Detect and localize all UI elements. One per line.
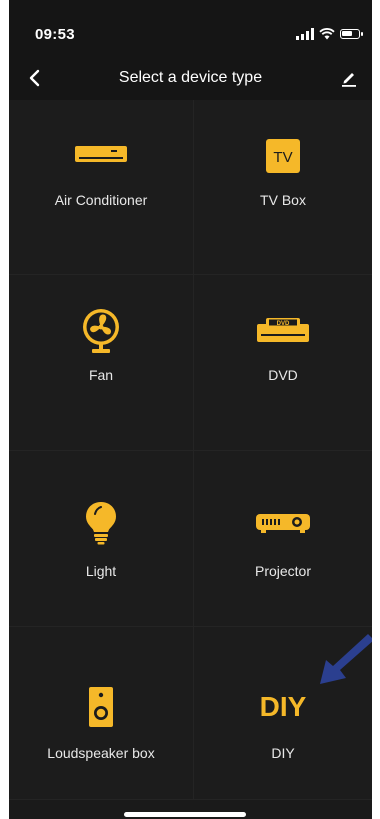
loudspeaker-icon bbox=[89, 687, 113, 727]
device-projector[interactable]: Projector bbox=[194, 451, 372, 627]
device-grid: Air Conditioner TV TV Box Fan DVD DVD Li… bbox=[9, 100, 372, 800]
device-air-conditioner[interactable]: Air Conditioner bbox=[9, 100, 194, 275]
light-bulb-icon bbox=[86, 502, 116, 545]
status-time: 09:53 bbox=[35, 26, 75, 43]
tv-box-icon: TV bbox=[266, 139, 300, 173]
device-dvd[interactable]: DVD DVD bbox=[194, 275, 372, 451]
edit-button[interactable] bbox=[338, 67, 360, 89]
nav-bar: Select a device type bbox=[9, 58, 372, 100]
dvd-icon: DVD bbox=[257, 318, 309, 342]
device-label: TV Box bbox=[260, 192, 306, 208]
projector-icon bbox=[256, 514, 310, 533]
tv-box-icon-text: TV bbox=[273, 149, 292, 166]
battery-icon bbox=[340, 29, 363, 39]
device-loudspeaker-box[interactable]: Loudspeaker box bbox=[9, 627, 194, 800]
signal-icon bbox=[296, 28, 314, 40]
fan-icon bbox=[83, 309, 119, 353]
wifi-icon bbox=[319, 28, 335, 40]
device-label: Loudspeaker box bbox=[47, 745, 155, 761]
annotation-arrow-icon bbox=[320, 634, 372, 684]
dvd-icon-text: DVD bbox=[277, 321, 290, 327]
device-light[interactable]: Light bbox=[9, 451, 194, 627]
device-label: Air Conditioner bbox=[54, 192, 148, 208]
pencil-icon bbox=[342, 73, 356, 87]
device-label: Fan bbox=[88, 367, 114, 383]
status-icons bbox=[296, 26, 363, 42]
status-bar: 09:53 bbox=[9, 0, 372, 58]
device-tv-box[interactable]: TV TV Box bbox=[194, 100, 372, 275]
air-conditioner-icon bbox=[75, 146, 127, 162]
page-title: Select a device type bbox=[118, 69, 263, 86]
device-label: Projector bbox=[254, 563, 312, 579]
device-label: DIY bbox=[271, 745, 295, 761]
diy-icon: DIY bbox=[259, 691, 307, 722]
device-label: Light bbox=[85, 563, 117, 579]
home-indicator bbox=[124, 812, 246, 817]
device-label: DVD bbox=[268, 367, 298, 383]
device-fan[interactable]: Fan bbox=[9, 275, 194, 451]
app-screen: 09:53 Select a device type Air Condition… bbox=[9, 0, 372, 819]
